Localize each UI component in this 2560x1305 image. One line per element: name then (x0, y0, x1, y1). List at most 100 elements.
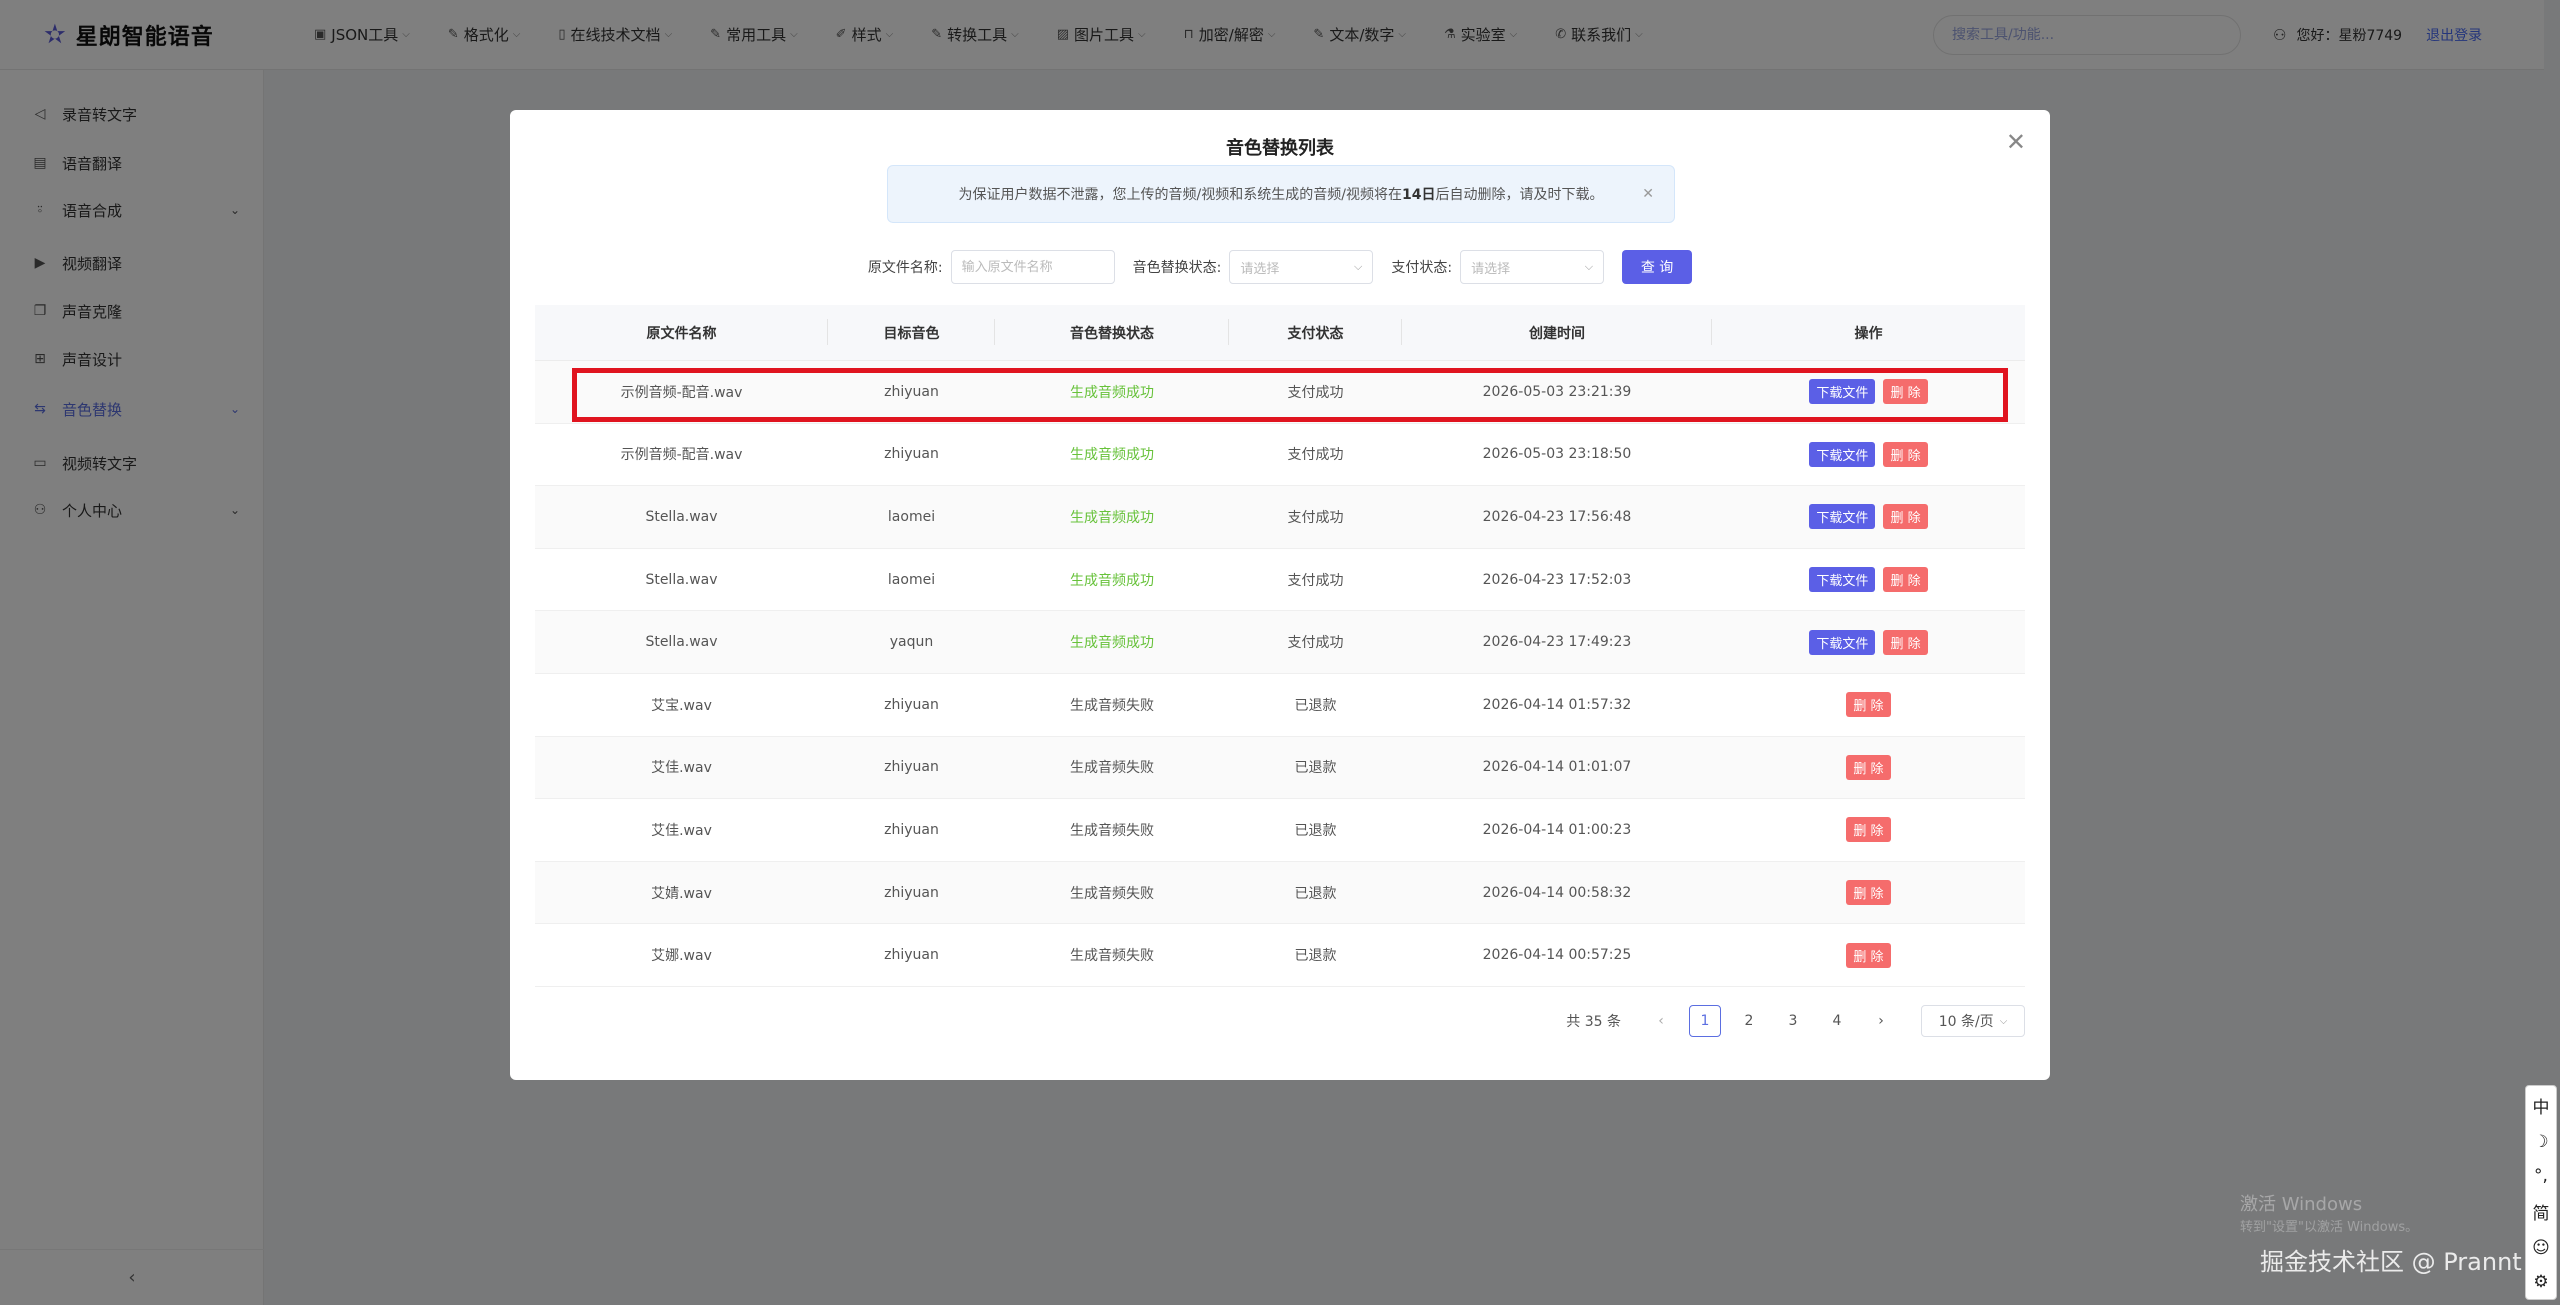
ime-button[interactable]: ⚙ (2533, 1272, 2548, 1292)
column-header: 目标音色 (828, 318, 995, 345)
table-cell: 艾娜.wav (651, 948, 712, 965)
download-button[interactable]: 下载文件 (1809, 629, 1876, 655)
credit-watermark: 掘金技术社区 @ Prannt (2260, 1248, 2522, 1276)
table-cell: 生成音频失败 (1070, 760, 1154, 777)
records-table: 原文件名称 目标音色 音色替换状态 支付状态 创建时间 操作 示例音频-配音.wav zhi… (535, 305, 2025, 987)
ime-button[interactable]: °, (2534, 1166, 2548, 1186)
column-header: 音色替换状态 (995, 318, 1229, 345)
table-cell: zhiyuan (884, 821, 939, 838)
table-cell: zhiyuan (884, 446, 939, 463)
table-cell: 2026-05-03 23:18:50 (1482, 446, 1632, 463)
row-actions: 删 除 (1712, 942, 2025, 968)
table-cell: 2026-04-23 17:49:23 (1482, 634, 1632, 651)
table-cell: 已退款 (1294, 760, 1337, 777)
chevron-right-icon[interactable]: › (1865, 1005, 1897, 1037)
table-cell: 2026-04-14 01:00:23 (1482, 821, 1632, 838)
table-cell: 生成音频成功 (1070, 384, 1154, 401)
table-row: 艾宝.wav zhiyuan 生成音频失败 已退款 2026-04-14 01:57:3… (535, 674, 2025, 737)
table-cell: 生成音频失败 (1070, 885, 1154, 902)
row-actions: 删 除 (1712, 817, 2025, 843)
pay-status-label: 支付状态: (1391, 260, 1453, 276)
download-button[interactable]: 下载文件 (1809, 441, 1876, 467)
table-cell: 生成音频成功 (1070, 635, 1154, 652)
table-cell: 2026-04-14 01:01:07 (1482, 759, 1632, 776)
windows-activate-watermark: 激活 Windows (2240, 1194, 2363, 1215)
delete-button[interactable]: 删 除 (1883, 441, 1928, 467)
table-cell: zhiyuan (884, 947, 939, 964)
column-header: 创建时间 (1402, 318, 1712, 345)
ime-button[interactable]: ☺ (2532, 1238, 2550, 1258)
page-size-select[interactable]: 10 条/页 ⌵ (1921, 1005, 2025, 1037)
table-row: Stella.wav laomei 生成音频成功 支付成功 2026-04-23 17:… (535, 486, 2025, 549)
table-row: 艾佳.wav zhiyuan 生成音频失败 已退款 2026-04-14 01:01:0… (535, 736, 2025, 800)
table-cell: zhiyuan (884, 696, 939, 713)
page-button[interactable]: 4 (1821, 1005, 1853, 1037)
table-cell: 支付成功 (1287, 509, 1344, 526)
table-cell: 艾宝.wav (651, 697, 712, 714)
table-row: 艾娜.wav zhiyuan 生成音频失败 已退款 2026-04-14 00:57:2… (535, 924, 2025, 987)
table-row: 示例音频-配音.wav zhiyuan 生成音频成功 支付成功 2026-05-03 2… (535, 361, 2025, 424)
table-header: 原文件名称 目标音色 音色替换状态 支付状态 创建时间 操作 (535, 305, 2025, 361)
query-button[interactable]: 查 询 (1622, 250, 1693, 284)
chevron-down-icon: ⌵ (1999, 1015, 2008, 1027)
delete-button[interactable]: 删 除 (1883, 629, 1928, 655)
download-button[interactable]: 下载文件 (1809, 504, 1876, 530)
notice-text: 为保证用户数据不泄露，您上传的音频/视频和系统生成的音频/视频将在14日后自动删… (958, 187, 1604, 203)
delete-button[interactable]: 删 除 (1883, 567, 1928, 593)
table-row: Stella.wav yaqun 生成音频成功 支付成功 2026-04-23 17:4… (535, 611, 2025, 674)
page-button[interactable]: 2 (1733, 1005, 1765, 1037)
chevron-down-icon: ⌵ (1584, 260, 1594, 273)
table-row: 艾佳.wav zhiyuan 生成音频失败 已退款 2026-04-14 01:00:2… (535, 799, 2025, 862)
table-cell: 已退款 (1294, 885, 1337, 902)
row-actions: 下载文件删 除 (1712, 379, 2025, 405)
delete-button[interactable]: 删 除 (1846, 817, 1891, 843)
table-cell: 生成音频失败 (1070, 948, 1154, 965)
table-row: 艾婧.wav zhiyuan 生成音频失败 已退款 2026-04-14 00:58:3… (535, 861, 2025, 925)
delete-button[interactable]: 删 除 (1883, 504, 1928, 530)
column-header: 原文件名称 (535, 318, 828, 345)
table-cell: 生成音频成功 (1070, 447, 1154, 464)
modal-title: 音色替换列表 (1226, 138, 1334, 159)
table-cell: 2026-05-03 23:21:39 (1482, 383, 1632, 400)
close-icon[interactable]: ✕ (2006, 128, 2026, 156)
table-cell: 支付成功 (1287, 384, 1344, 401)
table-cell: 已退款 (1294, 822, 1337, 839)
retention-notice: 为保证用户数据不泄露，您上传的音频/视频和系统生成的音频/视频将在14日后自动删… (887, 165, 1675, 223)
table-cell: Stella.wav (645, 571, 718, 588)
row-actions: 删 除 (1712, 692, 2025, 718)
notice-close-icon[interactable]: ✕ (1642, 186, 1654, 202)
table-cell: 艾佳.wav (651, 822, 712, 839)
page-button[interactable]: 1 (1689, 1005, 1721, 1037)
table-cell: 已退款 (1294, 948, 1337, 965)
filename-input[interactable] (950, 250, 1115, 284)
page-button[interactable]: 3 (1777, 1005, 1809, 1037)
column-header: 支付状态 (1229, 318, 1402, 345)
delete-button[interactable]: 删 除 (1846, 942, 1891, 968)
download-button[interactable]: 下载文件 (1809, 379, 1876, 405)
pay-status-select[interactable]: 请选择 ⌵ (1460, 250, 1605, 284)
delete-button[interactable]: 删 除 (1846, 880, 1891, 906)
chevron-left-icon[interactable]: ‹ (1645, 1005, 1677, 1037)
table-cell: laomei (887, 571, 936, 588)
download-button[interactable]: 下载文件 (1809, 567, 1876, 593)
table-cell: laomei (887, 508, 936, 525)
table-cell: 2026-04-23 17:56:48 (1482, 508, 1632, 525)
ime-button[interactable]: ☽ (2533, 1132, 2548, 1152)
ime-button[interactable]: 简 (2533, 1199, 2550, 1224)
table-cell: 艾佳.wav (651, 760, 712, 777)
row-actions: 删 除 (1712, 880, 2025, 906)
filename-label: 原文件名称: (867, 260, 943, 276)
table-cell: 艾婧.wav (651, 885, 712, 902)
delete-button[interactable]: 删 除 (1846, 692, 1891, 718)
table-cell: 2026-04-14 00:58:32 (1482, 884, 1632, 901)
table-cell: 支付成功 (1287, 447, 1344, 464)
status-select[interactable]: 请选择 ⌵ (1229, 250, 1374, 284)
table-row: Stella.wav laomei 生成音频成功 支付成功 2026-04-23 17:… (535, 549, 2025, 612)
pagination: 共 35 条 ‹ 1 2 3 4 › 10 条/页 ⌵ (1566, 1005, 2025, 1037)
delete-button[interactable]: 删 除 (1883, 379, 1928, 405)
table-cell: 示例音频-配音.wav (620, 384, 743, 401)
delete-button[interactable]: 删 除 (1846, 754, 1891, 780)
table-cell: 示例音频-配音.wav (620, 447, 743, 464)
table-cell: 生成音频成功 (1070, 572, 1154, 589)
ime-button[interactable]: 中 (2533, 1093, 2550, 1118)
